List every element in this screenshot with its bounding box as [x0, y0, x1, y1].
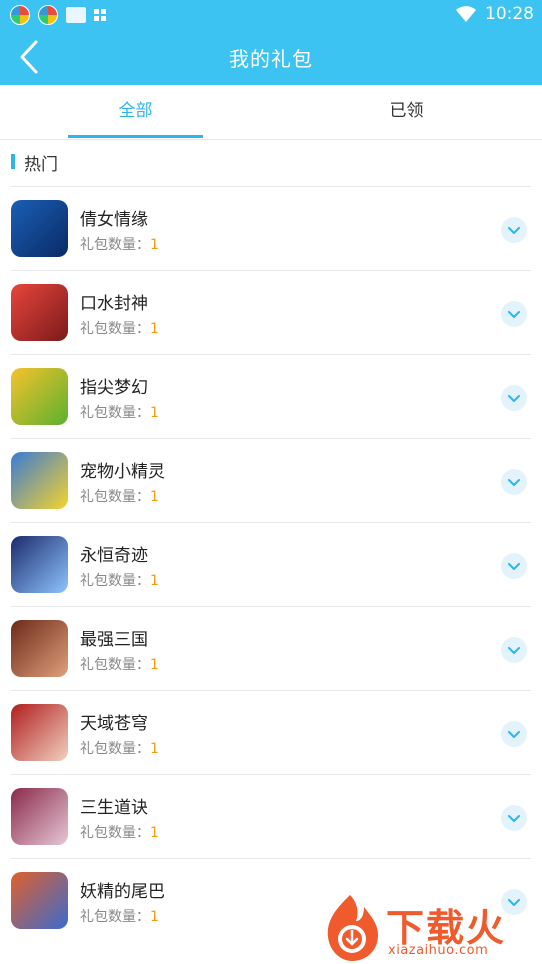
status-right: 10:28 — [455, 4, 534, 24]
gift-count-label: 礼包数量： — [80, 237, 150, 253]
app-notification-icon — [38, 5, 58, 25]
game-icon — [11, 284, 68, 341]
list-item[interactable]: 最强三国礼包数量：1 — [11, 606, 531, 690]
gift-count-value: 1 — [150, 321, 159, 337]
expand-button[interactable] — [501, 805, 527, 831]
gift-count-line: 礼包数量：1 — [80, 486, 159, 506]
game-name: 指尖梦幻 — [80, 378, 148, 398]
status-bar: 10:28 — [0, 0, 542, 30]
chevron-down-icon — [508, 563, 520, 570]
gift-count-line: 礼包数量：1 — [80, 822, 159, 842]
tab-claimed[interactable]: 已领 — [271, 85, 542, 139]
list-item[interactable]: 口水封神礼包数量：1 — [11, 270, 531, 354]
gift-count-value: 1 — [150, 237, 159, 253]
grid-icon — [94, 9, 106, 21]
game-icon — [11, 872, 68, 929]
list-item[interactable]: 三生道诀礼包数量：1 — [11, 774, 531, 858]
gift-count-value: 1 — [150, 573, 159, 589]
gift-count-value: 1 — [150, 825, 159, 841]
app-notification-icon — [10, 5, 30, 25]
section-marker — [11, 154, 15, 169]
expand-button[interactable] — [501, 637, 527, 663]
gift-count-value: 1 — [150, 741, 159, 757]
game-icon — [11, 620, 68, 677]
gift-count-label: 礼包数量： — [80, 573, 150, 589]
game-name: 倩女情缘 — [80, 210, 148, 230]
gift-count-line: 礼包数量：1 — [80, 654, 159, 674]
expand-button[interactable] — [501, 385, 527, 411]
gift-count-line: 礼包数量：1 — [80, 318, 159, 338]
gift-list: 倩女情缘 礼包数量：1 口水封神 礼包数量：1 指尖梦幻 礼包数量：1 宠物小精灵 礼包数量：… — [11, 186, 531, 942]
gift-count-line: 礼包数量：1 — [80, 402, 159, 422]
chevron-down-icon — [508, 311, 520, 318]
screen-icon — [66, 7, 86, 23]
list-item[interactable]: 永恒奇迹礼包数量：1 — [11, 522, 531, 606]
game-icon — [11, 788, 68, 845]
section-title: 热门 — [24, 155, 58, 175]
tab-all[interactable]: 全部 — [0, 85, 271, 139]
page-title: 我的礼包 — [229, 47, 313, 71]
gift-count-line: 礼包数量：1 — [80, 738, 159, 758]
list-item[interactable]: 宠物小精灵礼包数量：1 — [11, 438, 531, 522]
gift-count-label: 礼包数量： — [80, 405, 150, 421]
app-header: 我的礼包 — [0, 30, 542, 85]
gift-count-label: 礼包数量： — [80, 657, 150, 673]
tab-indicator — [68, 135, 203, 138]
game-name: 宠物小精灵 — [80, 462, 165, 482]
game-name: 妖精的尾巴 — [80, 882, 165, 902]
gift-count-line: 礼包数量：1 — [80, 906, 159, 926]
game-name: 口水封神 — [80, 294, 148, 314]
gift-count-label: 礼包数量： — [80, 825, 150, 841]
gift-count-line: 礼包数量：1 — [80, 570, 159, 590]
notification-icons — [10, 5, 106, 25]
game-name: 三生道诀 — [80, 798, 148, 818]
list-item[interactable]: 指尖梦幻礼包数量：1 — [11, 354, 531, 438]
gift-count-value: 1 — [150, 657, 159, 673]
chevron-down-icon — [508, 395, 520, 402]
game-icon — [11, 368, 68, 425]
expand-button[interactable] — [501, 217, 527, 243]
expand-button[interactable] — [501, 301, 527, 327]
gift-count-value: 1 — [150, 909, 159, 925]
gift-count-label: 礼包数量： — [80, 489, 150, 505]
game-icon — [11, 452, 68, 509]
gift-count-label: 礼包数量： — [80, 909, 150, 925]
list-item[interactable]: 天域苍穹礼包数量：1 — [11, 690, 531, 774]
flame-logo-icon — [327, 895, 378, 961]
expand-button[interactable] — [501, 721, 527, 747]
expand-button[interactable] — [501, 553, 527, 579]
game-icon — [11, 536, 68, 593]
chevron-down-icon — [508, 227, 520, 234]
chevron-down-icon — [508, 815, 520, 822]
gift-count-line: 礼包数量：1 — [80, 234, 159, 254]
gift-count-value: 1 — [150, 405, 159, 421]
tab-bar: 全部 已领 — [0, 85, 542, 140]
game-icon — [11, 704, 68, 761]
expand-button[interactable] — [501, 469, 527, 495]
game-name: 天域苍穹 — [80, 714, 148, 734]
gift-count-label: 礼包数量： — [80, 321, 150, 337]
watermark-logo: 下载火 xiazaihuo.com — [318, 893, 542, 964]
watermark-en: xiazaihuo.com — [388, 943, 489, 958]
game-name: 最强三国 — [80, 630, 148, 650]
gift-count-label: 礼包数量： — [80, 741, 150, 757]
section-header: 热门 — [0, 140, 542, 186]
chevron-down-icon — [508, 647, 520, 654]
game-icon — [11, 200, 68, 257]
game-name: 永恒奇迹 — [80, 546, 148, 566]
list-item[interactable]: 倩女情缘礼包数量：1 — [11, 186, 531, 270]
clock: 10:28 — [485, 4, 534, 24]
gift-count-value: 1 — [150, 489, 159, 505]
wifi-icon — [456, 6, 476, 22]
chevron-down-icon — [508, 731, 520, 738]
chevron-down-icon — [508, 479, 520, 486]
